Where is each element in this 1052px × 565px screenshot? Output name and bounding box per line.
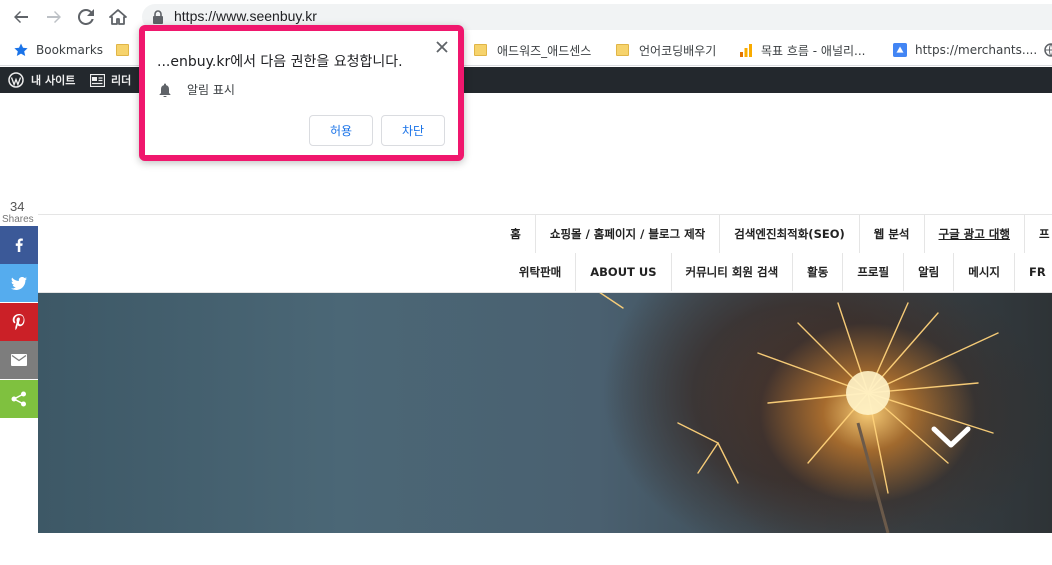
permission-label: 알림 표시 bbox=[187, 83, 235, 97]
back-arrow-icon bbox=[14, 11, 28, 23]
bookmark-bookmarks[interactable]: Bookmarks bbox=[14, 40, 103, 60]
bell-icon bbox=[159, 83, 171, 97]
home-button[interactable] bbox=[108, 7, 128, 27]
admin-my-site[interactable]: 내 사이트 bbox=[8, 72, 75, 88]
permission-row: 알림 표시 bbox=[159, 81, 235, 98]
bookmark-label: 목표 흐름 - 애널리... bbox=[761, 43, 866, 58]
reload-button[interactable] bbox=[76, 7, 96, 27]
twitter-icon bbox=[11, 276, 27, 290]
pinterest-share-button[interactable] bbox=[0, 303, 38, 341]
menu-item-site-building[interactable]: 쇼핑몰 / 홈페이지 / 블로그 제작 bbox=[534, 215, 719, 253]
bookmark-merchants[interactable]: https://merchants.... bbox=[893, 40, 1037, 60]
bookmark-label: Bookmarks bbox=[36, 43, 104, 57]
pinterest-icon bbox=[12, 314, 25, 330]
primary-menu-row-2: 위탁판매 ABOUT US 커뮤니티 회원 검색 활동 프로필 알림 메시지 F… bbox=[505, 253, 1052, 291]
bookmark-label: 애드워즈_애드센스 bbox=[497, 43, 592, 58]
folder-icon bbox=[116, 44, 129, 56]
menu-item-about-us[interactable]: ABOUT US bbox=[575, 253, 670, 291]
menu-item-member-search[interactable]: 커뮤니티 회원 검색 bbox=[670, 253, 793, 291]
folder-icon bbox=[616, 44, 629, 56]
menu-item-messages[interactable]: 메시지 bbox=[953, 253, 1014, 291]
admin-reader-label: 리더 bbox=[111, 74, 132, 87]
allow-button[interactable]: 허용 bbox=[309, 115, 373, 146]
menu-item-label: 알림 bbox=[918, 265, 940, 279]
menu-item-label: 메시지 bbox=[968, 265, 1000, 279]
browser-window: https://www.seenbuy.kr Bookmarks 애드워즈_애드… bbox=[0, 0, 1052, 565]
admin-my-site-label: 내 사이트 bbox=[31, 74, 76, 87]
admin-reader[interactable]: 리더 bbox=[90, 72, 131, 88]
menu-item-label: 웹 분석 bbox=[873, 227, 910, 241]
menu-item-seo[interactable]: 검색엔진최적화(SEO) bbox=[719, 215, 859, 253]
block-button[interactable]: 차단 bbox=[381, 115, 445, 146]
lock-icon bbox=[153, 10, 163, 24]
share-icon bbox=[11, 391, 26, 407]
facebook-share-button[interactable] bbox=[0, 226, 38, 264]
menu-item-label: 홈 bbox=[510, 227, 521, 241]
menu-item-friends[interactable]: FR bbox=[1014, 253, 1052, 291]
menu-item-notifications[interactable]: 알림 bbox=[903, 253, 953, 291]
menu-item-label: 쇼핑몰 / 홈페이지 / 블로그 제작 bbox=[549, 227, 706, 241]
close-popup-button[interactable] bbox=[434, 39, 450, 55]
bookmark-adwords-adsense[interactable]: 애드워즈_애드센스 bbox=[474, 40, 591, 60]
url-text: https://www.seenbuy.kr bbox=[174, 8, 317, 24]
menu-item-label: ABOUT US bbox=[590, 265, 657, 279]
hero-image bbox=[38, 293, 1052, 533]
merchant-icon bbox=[893, 43, 907, 57]
facebook-icon bbox=[15, 238, 23, 252]
menu-item-activity[interactable]: 활동 bbox=[792, 253, 842, 291]
share-count-label: Shares bbox=[2, 214, 34, 225]
menu-item-label: 구글 광고 대행 bbox=[938, 227, 1011, 241]
share-count: 34 bbox=[10, 199, 25, 214]
twitter-share-button[interactable] bbox=[0, 264, 38, 302]
bookmark-analytics[interactable]: 목표 흐름 - 애널리... bbox=[739, 40, 866, 60]
bookmark-label: 언어코딩배우기 bbox=[639, 43, 717, 58]
wordpress-icon bbox=[8, 72, 24, 88]
menu-item-label: 검색엔진최적화(SEO) bbox=[734, 227, 845, 241]
star-icon bbox=[14, 43, 28, 56]
reload-icon bbox=[78, 9, 94, 25]
primary-menu-row-1: 홈 쇼핑몰 / 홈페이지 / 블로그 제작 검색엔진최적화(SEO) 웹 분석 … bbox=[496, 215, 1052, 253]
notification-permission-popup: ...enbuy.kr에서 다음 권한을 요청합니다. 알림 표시 허용 차단 bbox=[139, 25, 464, 161]
home-icon bbox=[109, 9, 127, 25]
menu-item-consignment[interactable]: 위탁판매 bbox=[505, 253, 575, 291]
more-share-button[interactable] bbox=[0, 380, 38, 418]
bookmark-folder-hidden[interactable] bbox=[116, 40, 139, 60]
chevron-down-icon bbox=[931, 426, 971, 448]
menu-item-profile[interactable]: 프로필 bbox=[842, 253, 903, 291]
back-button[interactable] bbox=[11, 7, 31, 27]
email-share-button[interactable] bbox=[0, 341, 38, 379]
menu-item-label: FR bbox=[1029, 265, 1046, 279]
menu-item-label: 프 bbox=[1039, 227, 1050, 241]
menu-item-label: 활동 bbox=[807, 265, 829, 279]
menu-item-label: 위탁판매 bbox=[518, 265, 562, 279]
bookmark-label: https://merchants.... bbox=[915, 43, 1038, 57]
menu-item-overflow[interactable]: 프 bbox=[1024, 215, 1052, 253]
bookmark-overflow[interactable] bbox=[1044, 40, 1052, 60]
globe-icon bbox=[1044, 43, 1052, 57]
menu-item-home[interactable]: 홈 bbox=[496, 215, 535, 253]
folder-icon bbox=[474, 44, 487, 56]
popup-title: ...enbuy.kr에서 다음 권한을 요청합니다. bbox=[157, 54, 403, 70]
email-icon bbox=[11, 354, 27, 366]
reader-icon bbox=[90, 73, 105, 87]
bookmark-coding[interactable]: 언어코딩배우기 bbox=[616, 40, 716, 60]
forward-arrow-icon bbox=[47, 11, 61, 23]
menu-item-google-ads[interactable]: 구글 광고 대행 bbox=[923, 215, 1025, 253]
forward-button[interactable] bbox=[44, 7, 64, 27]
analytics-icon bbox=[740, 44, 752, 57]
menu-item-label: 프로필 bbox=[857, 265, 890, 279]
menu-item-label: 커뮤니티 회원 검색 bbox=[685, 265, 779, 279]
menu-item-web-analytics[interactable]: 웹 분석 bbox=[858, 215, 924, 253]
close-icon bbox=[436, 41, 448, 53]
sparkler-graphic bbox=[599, 293, 999, 533]
